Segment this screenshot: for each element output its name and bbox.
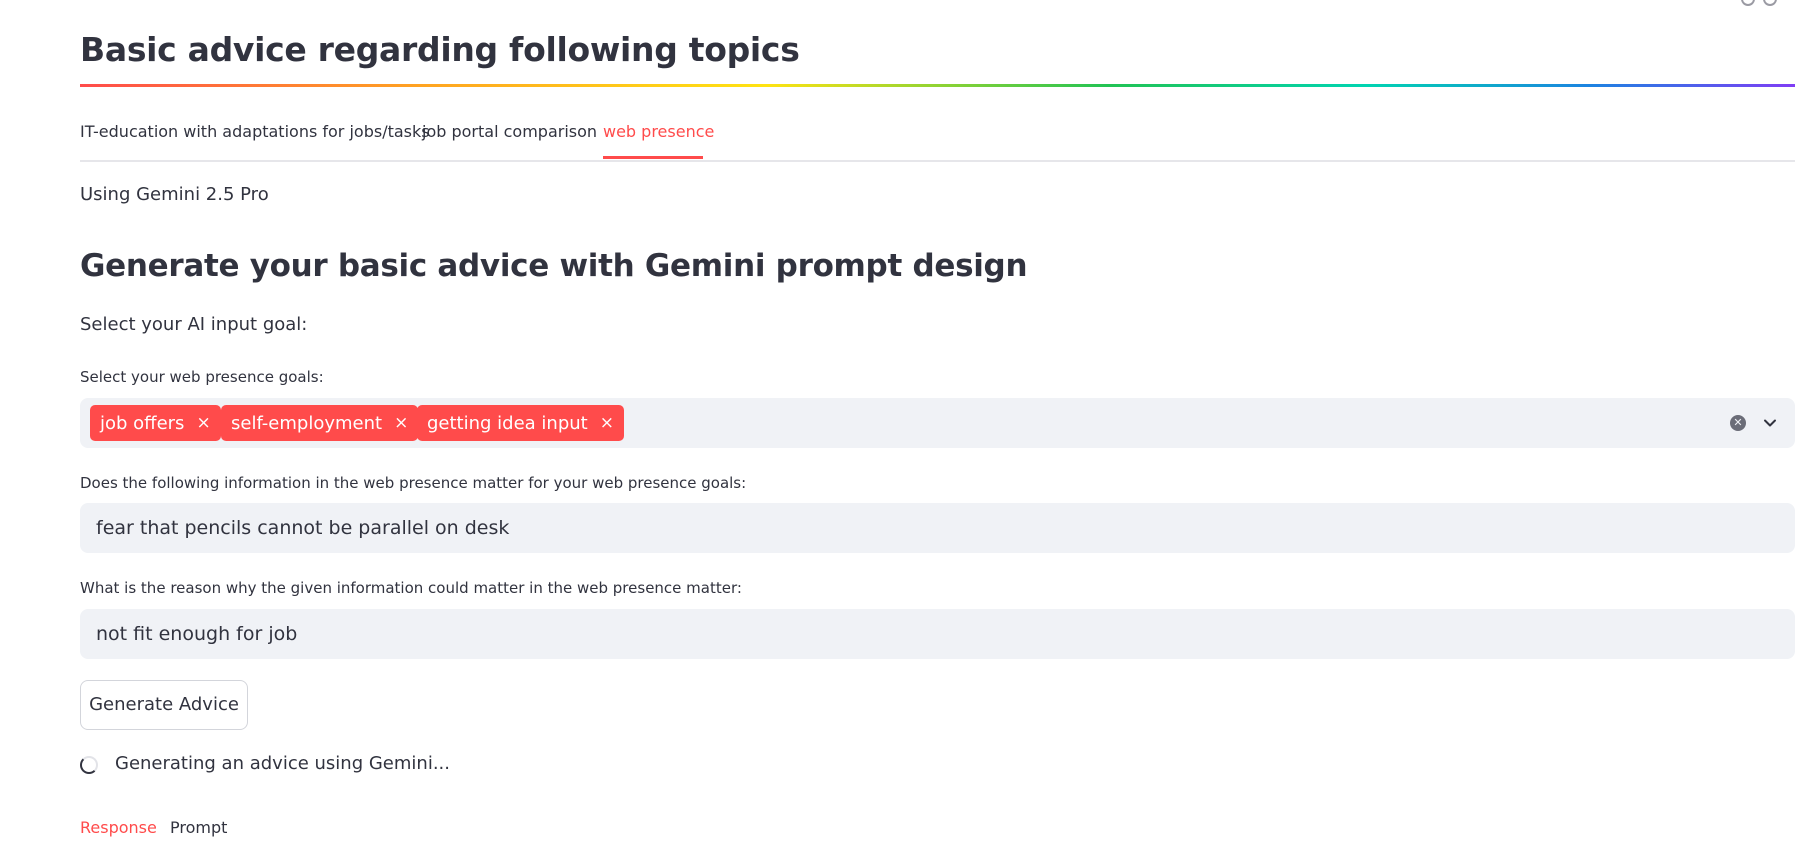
goal-chip-job-offers: job offers × [90,405,221,441]
reason-field-label: What is the reason why the given informa… [80,579,742,597]
page-title: Basic advice regarding following topics [80,30,800,69]
section-heading: Generate your basic advice with Gemini p… [80,248,1028,284]
reason-input[interactable]: not fit enough for job [80,609,1795,659]
topic-tabs: IT-education with adaptations for jobs/t… [80,112,1795,162]
remove-chip-icon[interactable]: × [600,414,614,432]
clear-all-icon[interactable]: ✕ [1730,415,1746,431]
chip-label: getting idea input [427,412,588,434]
info-input[interactable]: fear that pencils cannot be parallel on … [80,503,1795,553]
goal-chip-getting-idea-input: getting idea input × [417,405,624,441]
goal-chip-self-employment: self-employment × [221,405,419,441]
goals-multiselect[interactable]: job offers × self-employment × getting i… [80,398,1795,448]
tab-prompt[interactable]: Prompt [170,818,227,837]
remove-chip-icon[interactable]: × [394,414,408,432]
tab-response[interactable]: Response [80,818,157,837]
active-tab-indicator [603,156,703,159]
tab-it-education[interactable]: IT-education with adaptations for jobs/t… [80,122,430,141]
model-info: Using Gemini 2.5 Pro [80,184,269,205]
tab-web-presence[interactable]: web presence [603,122,714,141]
running-indicator-icon [1741,0,1777,6]
goals-select-label: Select your web presence goals: [80,368,324,386]
status-text: Generating an advice using Gemini... [115,753,450,774]
title-divider [80,84,1795,87]
info-field-label: Does the following information in the we… [80,474,747,492]
ai-goal-prompt: Select your AI input goal: [80,314,308,335]
remove-chip-icon[interactable]: × [196,414,210,432]
chip-label: self-employment [231,412,383,434]
loading-spinner-icon [80,756,98,774]
tab-job-portal-comparison[interactable]: job portal comparison [422,122,597,141]
app-page: Basic advice regarding following topics … [0,0,1795,846]
generate-advice-button[interactable]: Generate Advice [80,680,248,730]
chevron-down-icon[interactable] [1760,413,1780,433]
chip-label: job offers [100,412,185,434]
